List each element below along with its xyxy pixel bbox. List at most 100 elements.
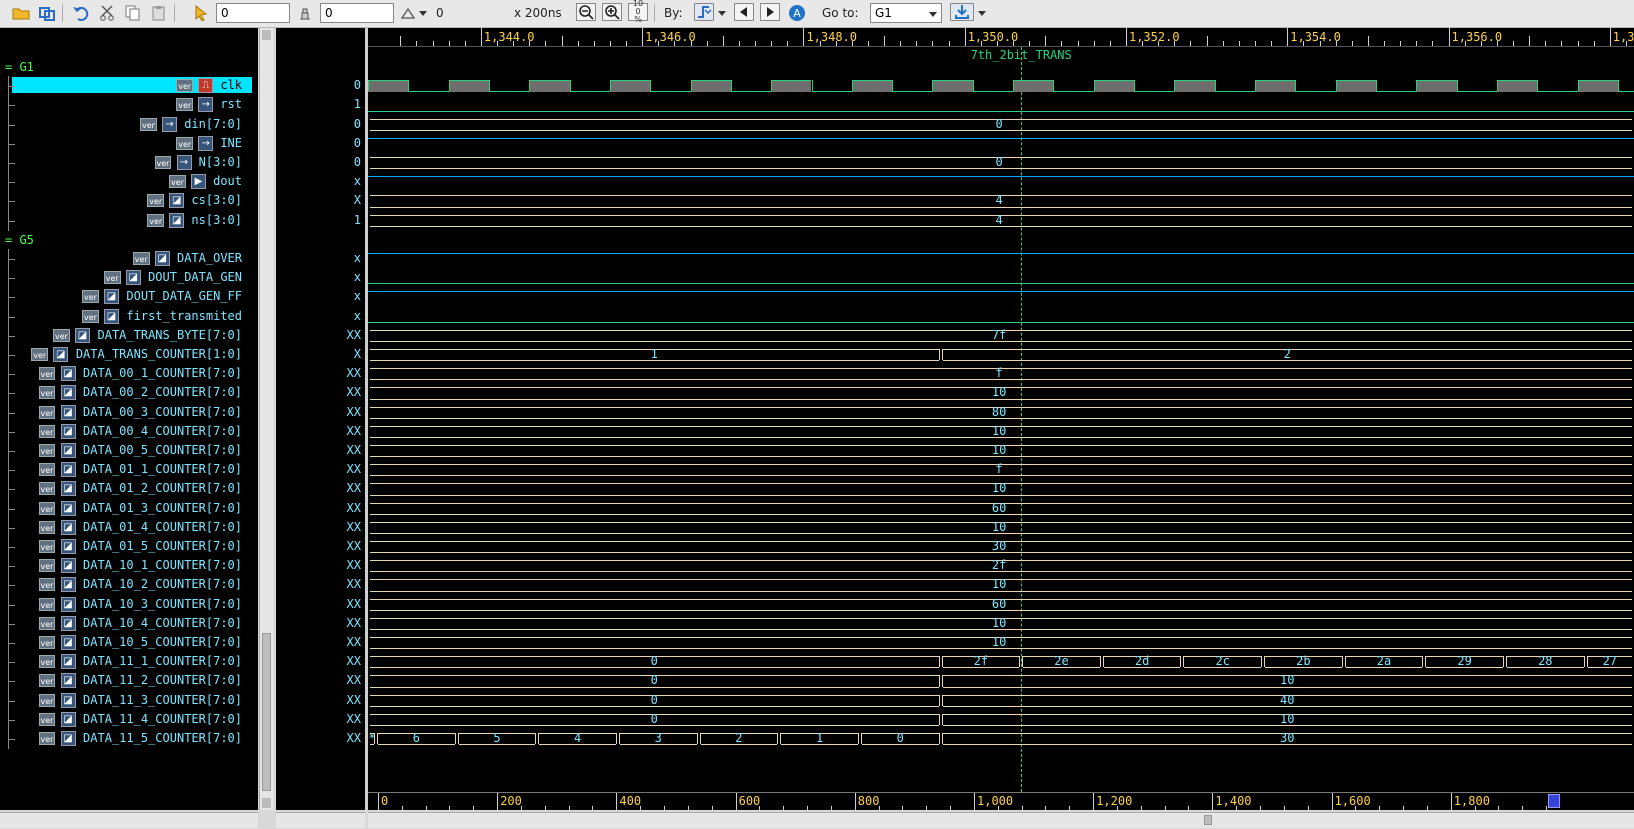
ruler-tick [577, 41, 579, 46]
clk-high [609, 80, 651, 93]
signal-row[interactable]: DATA_10_4_COUNTER[7:0] ◪ ver [0, 613, 258, 634]
signal-row[interactable]: DATA_11_3_COUNTER[7:0] ◪ ver [0, 690, 258, 711]
signal-value: XX [346, 462, 361, 477]
signal-row[interactable]: DATA_10_3_COUNTER[7:0] ◪ ver [0, 594, 258, 615]
signal-row[interactable]: DATA_TRANS_BYTE[7:0] ◪ ver [0, 325, 258, 346]
open-folder-icon[interactable] [10, 3, 32, 23]
waveform-pane[interactable]: 1,344.0 1,346.0 1,348.0 1,350.0 1,352.0 1,354… [368, 28, 1634, 810]
signal-row[interactable]: DOUT_DATA_GEN_FF ◪ ver [0, 287, 258, 308]
scroll-down-icon[interactable] [262, 798, 271, 808]
paste-icon[interactable] [148, 3, 170, 23]
overview-ruler[interactable]: 0 200 400 600 800 1,000 1,200 1,400 1,600 1,800 [368, 792, 1634, 810]
prev-icon[interactable] [734, 3, 754, 21]
download-icon[interactable] [950, 3, 974, 21]
signal-row[interactable]: DATA_11_2_COUNTER[7:0] ◪ ver [0, 671, 258, 692]
ruler-tick [1529, 36, 1531, 46]
clk-low [569, 91, 610, 93]
signal-row[interactable]: first_transmited ◪ ver [0, 306, 258, 327]
scroll-up-icon[interactable] [262, 30, 271, 40]
signal-row[interactable]: DATA_TRANS_COUNTER[1:0] ◪ ver [0, 345, 258, 365]
ruler-tick [787, 41, 789, 46]
marker-icon[interactable] [294, 3, 316, 23]
reload-icon[interactable] [36, 3, 58, 23]
goto-select[interactable]: G1 [870, 3, 942, 23]
overview-viewport-box[interactable] [1548, 794, 1560, 808]
copy-icon[interactable] [122, 3, 144, 23]
signal-row[interactable]: INE → ver [0, 133, 258, 154]
signal-row[interactable]: DOUT_DATA_GEN ◪ ver [0, 268, 258, 289]
delta-icon[interactable] [400, 3, 430, 23]
signal-row[interactable]: DATA_11_5_COUNTER[7:0] ◪ ver [0, 729, 258, 749]
verilog-badge: ver [38, 674, 56, 688]
zoom-in-icon[interactable] [602, 3, 622, 21]
signal-row[interactable]: DATA_00_2_COUNTER[7:0] ◪ ver [0, 383, 258, 404]
signal-row[interactable]: DATA_01_1_COUNTER[7:0] ◪ ver [0, 460, 258, 481]
signal-row[interactable]: DATA_11_4_COUNTER[7:0] ◪ ver [0, 709, 258, 730]
signal-row[interactable]: rst → ver [0, 95, 258, 116]
group-header-g1[interactable]: = G1 [5, 60, 34, 74]
edge-dropdown-icon[interactable] [716, 3, 728, 23]
signal-name: DATA_10_1_COUNTER[7:0] [83, 558, 242, 573]
signal-row[interactable]: din[7:0] → ver [0, 114, 258, 135]
verilog-badge: ver [38, 655, 56, 669]
group-header-g5[interactable]: = G5 [5, 233, 34, 247]
cursor-icon[interactable] [190, 3, 212, 23]
clk-edge [972, 80, 974, 92]
names-horizontal-scrollbar[interactable] [0, 812, 258, 828]
signal-row[interactable]: dout ▶ ver [0, 172, 258, 193]
signal-row[interactable]: ns[3:0] ◪ ver [0, 210, 258, 231]
marker-line[interactable] [1021, 47, 1023, 792]
waveform-scroll-thumb[interactable] [1204, 815, 1212, 825]
verilog-badge: ver [82, 290, 99, 304]
signal-row[interactable]: DATA_00_1_COUNTER[7:0] ◪ ver [0, 364, 258, 385]
next-icon[interactable] [760, 3, 780, 21]
verilog-badge: ver [38, 597, 56, 611]
bus-value: 1 [815, 731, 824, 745]
clk-low [730, 91, 772, 93]
signal-row[interactable]: DATA_11_1_COUNTER[7:0] ◪ ver [0, 652, 258, 673]
signal-value: x [353, 251, 361, 265]
bus-transition [1422, 656, 1427, 668]
signal-row[interactable]: DATA_01_5_COUNTER[7:0] ◪ ver [0, 537, 258, 557]
signal-value: XX [346, 596, 361, 611]
signal-row[interactable]: DATA_00_5_COUNTER[7:0] ◪ ver [0, 441, 258, 461]
zoom-out-icon[interactable] [576, 3, 596, 21]
ruler-tick [803, 28, 805, 46]
signal-row[interactable]: DATA_01_3_COUNTER[7:0] ◪ ver [0, 498, 258, 519]
signal-row[interactable]: DATA_10_5_COUNTER[7:0] ◪ ver [0, 633, 258, 653]
goto-value: G1 [875, 6, 892, 20]
clk-edge [609, 80, 611, 92]
signal-row[interactable]: DATA_00_4_COUNTER[7:0] ◪ ver [0, 421, 258, 442]
edge-search-icon[interactable] [694, 3, 714, 21]
annotate-icon[interactable]: A [786, 3, 808, 23]
signal-row[interactable]: N[3:0] → ver [0, 153, 258, 173]
ruler-tick [884, 36, 886, 46]
names-vertical-scrollbar[interactable] [259, 28, 273, 810]
names-scroll-thumb[interactable] [262, 633, 271, 791]
cut-icon[interactable] [96, 3, 118, 23]
waveform-horizontal-scrollbar[interactable] [368, 812, 1634, 828]
ruler-tick [1190, 41, 1192, 46]
signal-row[interactable]: DATA_10_2_COUNTER[7:0] ◪ ver [0, 575, 258, 596]
register-icon: ◪ [75, 327, 90, 343]
bus-transition [535, 733, 540, 745]
input-port-icon: → [162, 116, 177, 132]
zoom-100-icon[interactable]: 100 % [628, 0, 648, 24]
signal-row[interactable]: cs[3:0] ◪ ver [0, 191, 258, 212]
undo-icon[interactable] [70, 3, 92, 23]
clk-high [529, 80, 570, 93]
clk-low [1537, 91, 1578, 93]
cursor-time-field[interactable]: 0 [216, 3, 290, 23]
signal-row[interactable]: DATA_10_1_COUNTER[7:0] ◪ ver [0, 556, 258, 577]
signal-row[interactable]: DATA_01_2_COUNTER[7:0] ◪ ver [0, 479, 258, 500]
marker-time-field[interactable]: 0 [320, 3, 394, 23]
signal-row[interactable]: DATA_00_3_COUNTER[7:0] ◪ ver [0, 402, 258, 423]
values-horizontal-scrollbar[interactable] [276, 812, 365, 828]
clk-high [851, 80, 893, 93]
download-dropdown-icon[interactable] [976, 3, 988, 23]
signal-row[interactable]: DATA_OVER ◪ ver [0, 249, 258, 269]
ruler-tick [1561, 41, 1563, 46]
signal-row[interactable]: DATA_01_4_COUNTER[7:0] ◪ ver [0, 517, 258, 538]
time-ruler[interactable]: 1,344.0 1,346.0 1,348.0 1,350.0 1,352.0 1,354… [368, 28, 1634, 47]
signal-row[interactable]: clk ⎍ ver [0, 76, 258, 97]
